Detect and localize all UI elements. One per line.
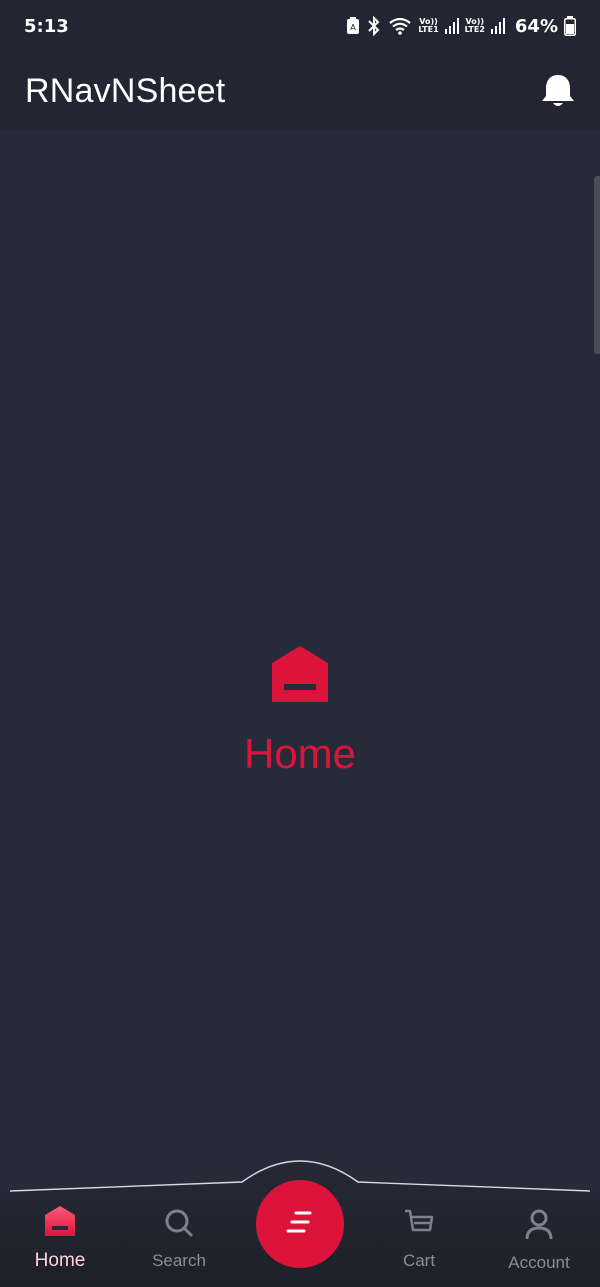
menu-icon (285, 1207, 315, 1242)
signal-icon (490, 18, 505, 34)
bluetooth-icon (366, 16, 382, 36)
nav-label-cart: Cart (402, 1251, 436, 1270)
home-icon (44, 1205, 76, 1242)
nav-item-account[interactable]: Account (479, 1208, 599, 1287)
home-icon (271, 645, 329, 708)
account-icon (524, 1208, 554, 1245)
battery-saver-icon: A (346, 17, 360, 35)
scroll-indicator[interactable] (594, 176, 600, 354)
nav-label-account: Account (508, 1253, 570, 1272)
battery-percentage: 64% (514, 15, 558, 37)
app-title: RNavNSheet (25, 71, 226, 110)
battery-icon (564, 16, 576, 36)
search-icon (164, 1208, 194, 1243)
network-2-label: Vo)) LTE2 (464, 17, 485, 34)
nav-item-search[interactable]: Search (119, 1208, 239, 1287)
signal-icon (444, 18, 459, 34)
status-icons: A Vo)) LTE1 Vo)) LTE2 64% (346, 16, 576, 37)
screen-title: Home (243, 730, 357, 777)
menu-fab-button[interactable] (256, 1180, 344, 1268)
svg-text:A: A (351, 23, 357, 32)
nav-label-search: Search (152, 1251, 206, 1270)
app-bar: RNavNSheet (0, 52, 600, 130)
network-1-label: Vo)) LTE1 (418, 17, 439, 34)
cart-icon (403, 1208, 435, 1243)
bell-icon[interactable] (538, 71, 578, 111)
status-bar: 5:13 A Vo)) LTE1 Vo)) LTE2 64% (0, 0, 600, 52)
status-time: 5:13 (24, 15, 69, 37)
wifi-icon (388, 16, 412, 36)
home-screen-placeholder: Home (0, 645, 600, 778)
nav-item-home[interactable]: Home (0, 1205, 120, 1285)
nav-item-cart[interactable]: Cart (359, 1208, 479, 1287)
nav-label-home: Home (34, 1250, 86, 1271)
bottom-navigation: Home Search Cart Account (0, 1150, 600, 1287)
